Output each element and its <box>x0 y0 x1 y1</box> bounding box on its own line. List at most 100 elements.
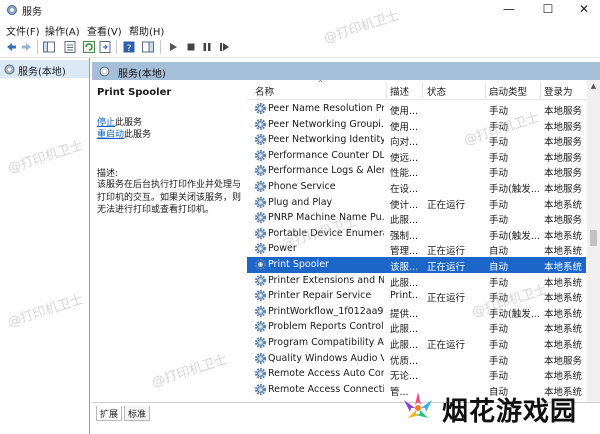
scrollbar-thumb[interactable] <box>590 230 597 246</box>
service-row[interactable]: PrintWorkflow_1f012aa9 提供... 手动(触发... 本地系统 <box>247 304 586 320</box>
service-row[interactable]: Quality Windows Audio V... 优质... 手动 本地服务 <box>247 351 586 367</box>
list-header: ⌃ 名称 描述 状态 启动类型 登录为 <box>247 80 600 100</box>
service-row[interactable]: Printer Extensions and N... 此服... 手动 本地系统 <box>247 273 586 289</box>
tab-extended[interactable]: 扩展 <box>96 406 123 421</box>
service-name-cell: Remote Access Connecti... <box>268 383 384 395</box>
refresh-icon[interactable] <box>82 40 96 54</box>
service-status-cell: 正在运行 <box>427 293 466 305</box>
service-name-cell: PNRP Machine Name Pu... <box>268 212 384 224</box>
service-logon-cell: 本地服务 <box>544 184 583 195</box>
service-logon-cell: 本地系统 <box>544 199 583 211</box>
service-row[interactable]: PNRP Machine Name Pu... 此服... 手动 本地服务 <box>247 210 586 226</box>
column-divider[interactable] <box>540 82 541 98</box>
service-gear-icon <box>254 274 267 286</box>
close-button[interactable]: ✕ <box>566 0 600 20</box>
toolbar: ? <box>0 37 600 58</box>
service-row[interactable]: Peer Networking Identity... 向对... 手动 本地服务 <box>247 132 586 148</box>
menu-view[interactable]: 查看(V) <box>87 23 122 38</box>
firework-logo-icon <box>404 392 432 418</box>
tree-item-services-local[interactable]: 服务(本地) <box>0 60 89 78</box>
restart-service-link[interactable]: 重启动 <box>97 130 124 140</box>
menu-file[interactable]: 文件(F) <box>6 23 40 38</box>
column-header-log-on-as[interactable]: 登录为 <box>544 84 573 98</box>
service-status-cell: 正在运行 <box>427 340 466 351</box>
help-icon[interactable]: ? <box>122 40 136 54</box>
service-description-cell: 性能... <box>390 168 418 180</box>
maximize-button[interactable]: ☐ <box>530 0 566 20</box>
service-description-cell: 使计... <box>390 199 418 211</box>
service-logon-cell: 本地服务 <box>544 168 583 180</box>
service-row[interactable]: Peer Name Resolution Pr... 使用... 手动 本地服务 <box>247 101 586 117</box>
column-divider[interactable] <box>422 82 423 98</box>
service-name-cell: Peer Networking Identity... <box>268 134 384 146</box>
service-name-cell: Remote Access Auto Con... <box>268 368 384 380</box>
service-row[interactable]: Program Compatibility A... 此服... 正在运行 手动 本地系… <box>247 335 586 351</box>
service-startup-type-cell: 手动 <box>489 121 509 133</box>
service-name-cell: Quality Windows Audio V... <box>268 352 384 364</box>
restart-service-icon[interactable] <box>217 40 231 54</box>
service-gear-icon <box>254 243 267 255</box>
service-logon-cell: 本地系统 <box>544 262 583 273</box>
service-gear-icon <box>254 258 267 271</box>
service-description-cell: 使用... <box>390 106 418 117</box>
service-description-cell: 此服... <box>390 215 418 227</box>
start-service-icon[interactable] <box>166 40 180 54</box>
service-description-cell: 此服... <box>390 324 418 336</box>
console-tree-icon[interactable] <box>42 40 56 54</box>
sort-ascending-icon: ⌃ <box>317 80 324 88</box>
service-logon-cell: 本地系统 <box>544 324 583 336</box>
service-logon-cell: 本地服务 <box>544 215 583 227</box>
service-gear-icon <box>254 165 267 177</box>
column-divider[interactable] <box>386 82 387 98</box>
forward-icon[interactable] <box>20 40 34 54</box>
service-logon-cell: 本地系统 <box>544 308 583 320</box>
tab-standard[interactable]: 标准 <box>124 406 151 421</box>
pause-service-icon[interactable] <box>200 40 214 54</box>
column-divider[interactable] <box>485 82 486 98</box>
service-status-cell: 正在运行 <box>427 246 466 258</box>
menu-action[interactable]: 操作(A) <box>45 23 80 38</box>
stop-service-icon[interactable] <box>184 40 198 54</box>
properties-list-icon[interactable] <box>63 40 77 54</box>
column-header-name[interactable]: 名称 <box>255 84 274 98</box>
service-row[interactable]: Portable Device Enumera... 强制... 手动(触发... 本… <box>247 226 586 242</box>
service-gear-icon <box>254 227 267 239</box>
vertical-scrollbar[interactable]: ▲ <box>587 80 600 402</box>
scroll-up-icon[interactable]: ▲ <box>587 80 600 92</box>
service-row[interactable]: Print Spooler 该服... 正在运行 自动 本地系统 <box>247 257 586 273</box>
column-header-startup-type[interactable]: 启动类型 <box>489 84 527 98</box>
service-row[interactable]: Power 管理... 正在运行 自动 本地系统 <box>247 241 586 257</box>
service-row[interactable]: Performance Logs & Aler... 性能... 手动 本地服务 <box>247 163 586 179</box>
service-logon-cell: 本地服务 <box>544 152 583 164</box>
export-list-icon[interactable] <box>98 40 112 54</box>
service-row[interactable]: Problem Reports Control... 此服... 手动 本地系统 <box>247 319 586 335</box>
service-description-cell: 强制... <box>390 230 418 242</box>
service-startup-type-cell: 手动 <box>489 293 509 305</box>
service-row[interactable]: Plug and Play 使计... 正在运行 手动 本地系统 <box>247 195 586 211</box>
service-row[interactable]: Peer Networking Groupi... 使用... 手动 本地服务 <box>247 117 586 133</box>
menu-help[interactable]: 帮助(H) <box>129 23 164 38</box>
service-name-cell: Print Spooler <box>268 259 329 270</box>
back-icon[interactable] <box>4 40 18 54</box>
service-startup-type-cell: 手动 <box>489 277 509 289</box>
service-logon-cell: 本地服务 <box>544 121 583 133</box>
service-gear-icon <box>254 352 267 364</box>
service-row[interactable]: Performance Counter DL... 使远... 手动 本地服务 <box>247 148 586 164</box>
service-row[interactable]: Printer Repair Service Print... 正在运行 手动 本地系统 <box>247 288 586 304</box>
console-tree: 服务(本地) <box>0 58 90 434</box>
service-startup-type-cell: 手动 <box>489 168 509 180</box>
service-description-cell: 管理... <box>390 246 418 258</box>
show-hide-pane-icon[interactable] <box>141 40 155 54</box>
service-startup-type-cell: 手动(触发... <box>489 230 540 242</box>
service-name-cell: Peer Networking Groupi... <box>268 118 384 130</box>
service-name-cell: Program Compatibility A... <box>268 337 384 348</box>
menu-bar: 文件(F) 操作(A) 查看(V) 帮助(H) <box>0 20 600 38</box>
service-name-cell: Printer Extensions and N... <box>268 274 384 286</box>
column-header-description[interactable]: 描述 <box>390 84 409 98</box>
service-row[interactable]: Phone Service 在设... 手动(触发... 本地服务 <box>247 179 586 195</box>
service-gear-icon <box>254 212 267 224</box>
service-gear-icon <box>254 134 267 146</box>
minimize-button[interactable]: — <box>491 0 527 20</box>
brand-text: 烟花游戏园 <box>442 397 578 427</box>
column-header-status[interactable]: 状态 <box>427 84 446 98</box>
